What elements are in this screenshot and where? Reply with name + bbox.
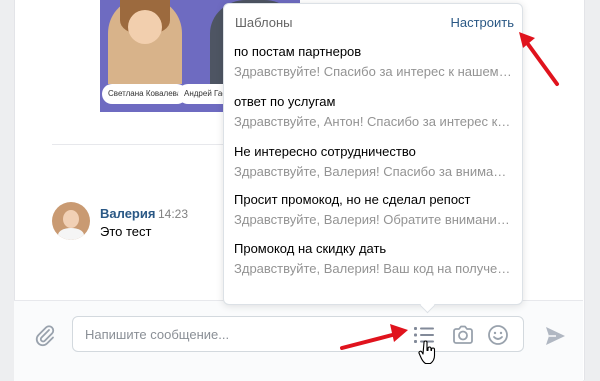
emoji-button[interactable] bbox=[485, 322, 511, 348]
template-preview: Здравствуйте! Спасибо за интерес к нашем… bbox=[234, 64, 512, 79]
message-item: Валерия 14:23 Это тест bbox=[52, 202, 252, 242]
message-text: Это тест bbox=[100, 224, 152, 239]
paperclip-icon bbox=[35, 325, 55, 347]
template-item[interactable]: Просит промокод, но не сделал репост Здр… bbox=[224, 187, 522, 235]
person-face bbox=[128, 10, 162, 44]
message-input[interactable] bbox=[85, 325, 385, 343]
person-photo bbox=[108, 0, 182, 84]
send-button[interactable] bbox=[542, 323, 568, 349]
template-name: Промокод на скидку дать bbox=[234, 241, 387, 256]
templates-settings-link[interactable]: Настроить bbox=[450, 15, 514, 30]
template-item[interactable]: Не интересно сотрудничество Здравствуйте… bbox=[224, 139, 522, 187]
template-name: Не интересно сотрудничество bbox=[234, 144, 416, 159]
avatar-face bbox=[63, 210, 79, 228]
template-name: по постам партнеров bbox=[234, 44, 362, 59]
template-name: Просит промокод, но не сделал репост bbox=[234, 192, 471, 207]
popup-scrollbar[interactable] bbox=[506, 48, 522, 272]
template-name: ответ по услугам bbox=[234, 94, 336, 109]
avatar-body bbox=[58, 228, 84, 240]
message-author[interactable]: Валерия bbox=[100, 206, 155, 221]
camera-icon bbox=[453, 325, 473, 344]
avatar[interactable] bbox=[52, 202, 90, 240]
template-item[interactable]: ответ по услугам Здравствуйте, Антон! Сп… bbox=[224, 89, 522, 137]
hand-pointer-icon bbox=[418, 340, 436, 365]
templates-popup: Шаблоны Настроить по постам партнеров Зд… bbox=[223, 3, 523, 314]
attach-button[interactable] bbox=[32, 322, 58, 348]
template-item[interactable]: по постам партнеров Здравствуйте! Спасиб… bbox=[224, 39, 522, 87]
template-preview: Здравствуйте, Антон! Спасибо за интерес … bbox=[234, 114, 512, 129]
template-preview: Здравствуйте, Валерия! Спасибо за вниман… bbox=[234, 164, 512, 179]
camera-button[interactable] bbox=[450, 322, 476, 348]
popup-title: Шаблоны bbox=[235, 15, 293, 30]
template-preview: Здравствуйте, Валерия! Обратите внимание… bbox=[234, 212, 512, 227]
message-time[interactable]: 14:23 bbox=[158, 207, 188, 221]
template-preview: Здравствуйте, Валерия! Ваш код на получе… bbox=[234, 261, 512, 276]
send-icon bbox=[546, 327, 565, 345]
template-item[interactable]: Промокод на скидку дать Здравствуйте, Ва… bbox=[224, 236, 522, 284]
smile-icon bbox=[488, 325, 508, 345]
person-name-tag: Светлана Ковалева bbox=[102, 84, 188, 104]
